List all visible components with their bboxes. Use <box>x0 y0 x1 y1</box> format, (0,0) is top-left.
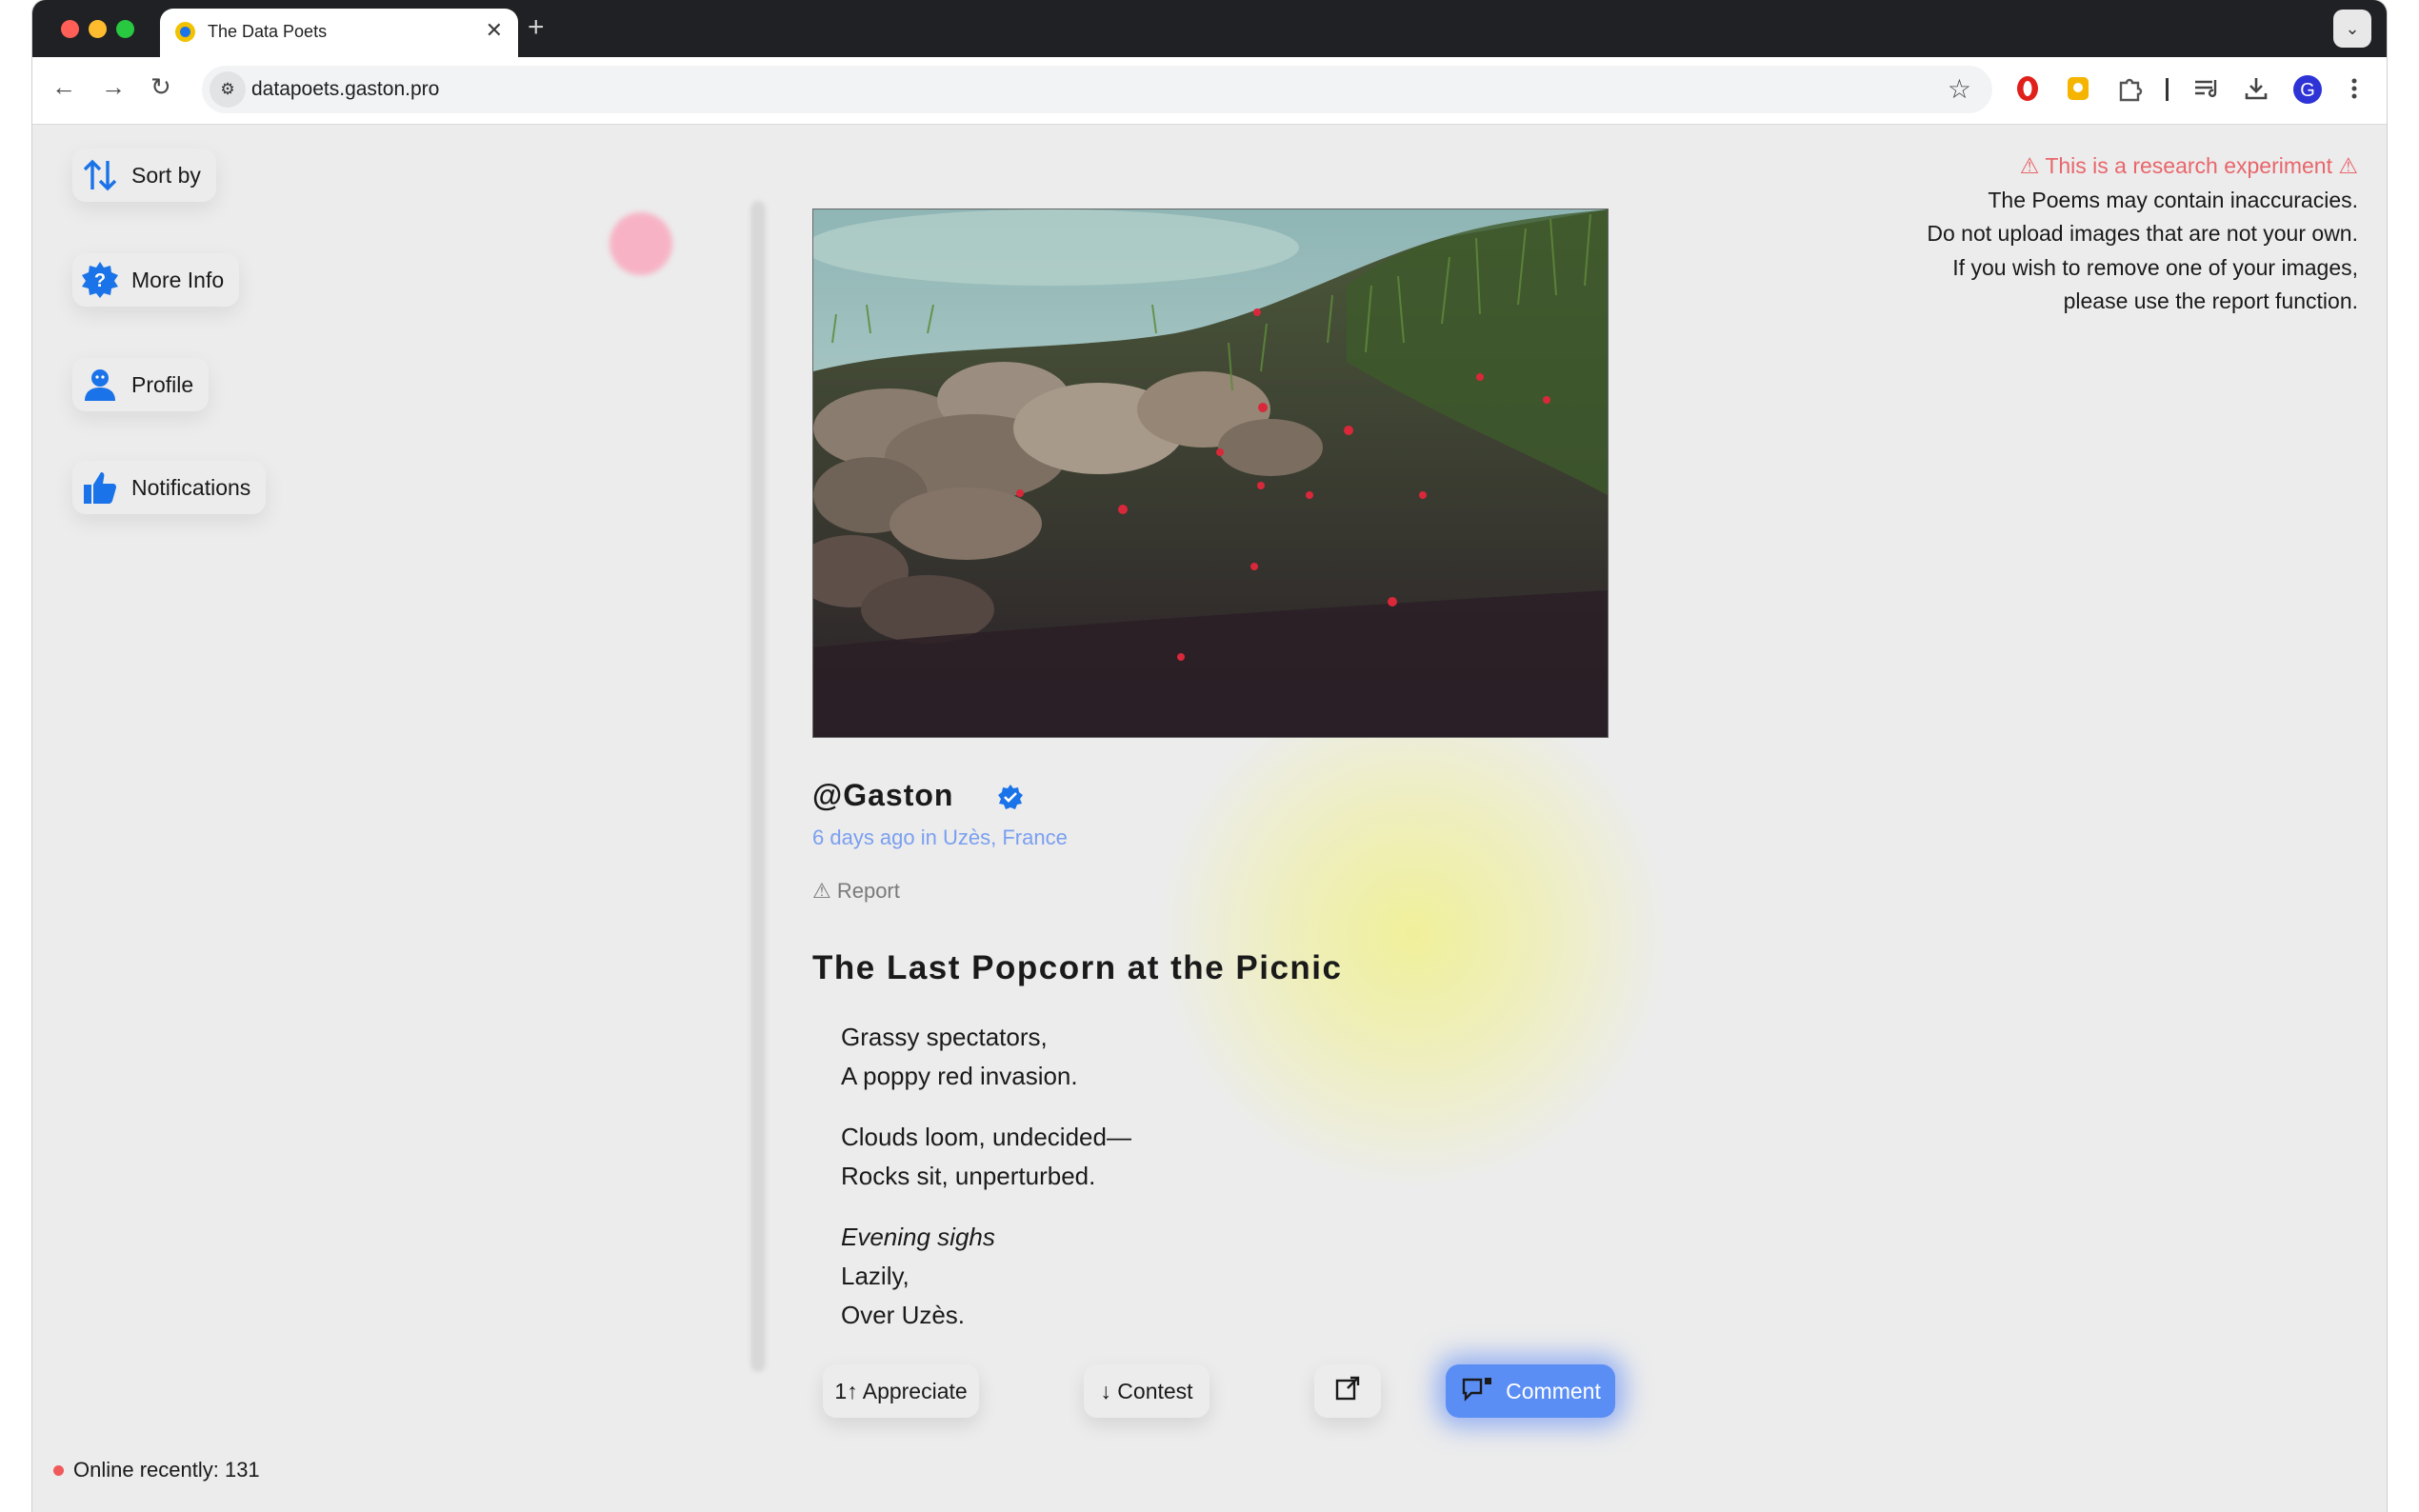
bookmark-star-icon[interactable]: ☆ <box>1948 73 1971 105</box>
online-count: Online recently: 131 <box>73 1458 260 1482</box>
person-icon <box>80 365 120 405</box>
site-favicon-icon <box>175 22 195 42</box>
browser-window: The Data Poets ✕ + ⌄ ← → ↻ ⚙ datapoets.g… <box>32 0 2387 1512</box>
disclaimer-line: please use the report function. <box>2063 288 2358 313</box>
poem-line: Clouds loom, undecided— <box>841 1123 1131 1151</box>
page-content: Sort by ? More Info Profile Notification… <box>32 125 2387 1512</box>
sidebar-item-more-info[interactable]: ? More Info <box>72 253 240 307</box>
appreciate-label: 1↑ Appreciate <box>834 1378 968 1403</box>
decorative-pink-blob <box>610 212 672 275</box>
url-text[interactable]: datapoets.gaston.pro <box>251 78 439 101</box>
site-settings-icon[interactable]: ⚙ <box>210 71 246 108</box>
sidebar-item-label: Profile <box>131 371 194 397</box>
sidebar-item-label: More Info <box>131 267 225 292</box>
poem-line: Grassy spectators, <box>841 1023 1048 1051</box>
address-bar[interactable]: ⚙ datapoets.gaston.pro ☆ <box>202 66 1992 113</box>
feed-scroll-track[interactable] <box>750 201 766 1372</box>
poem-line: Evening sighs <box>841 1223 995 1251</box>
comment-label: Comment <box>1506 1378 1601 1403</box>
disclaimer-line: Do not upload images that are not your o… <box>1927 221 2358 246</box>
poem-stanza: Evening sighs Lazily, Over Uzès. <box>841 1218 1131 1335</box>
contest-label: ↓ Contest <box>1100 1378 1193 1403</box>
tab-search-button[interactable]: ⌄ <box>2333 10 2371 48</box>
tab-bar: The Data Poets ✕ + ⌄ <box>32 0 2387 57</box>
browser-toolbar: ← → ↻ ⚙ datapoets.gaston.pro ☆ G <box>32 57 2387 125</box>
online-status: Online recently: 131 <box>53 1458 260 1482</box>
tab-title: The Data Poets <box>208 22 328 41</box>
minimize-window-button[interactable] <box>89 20 107 38</box>
poem-line: Lazily, <box>841 1262 910 1290</box>
svg-text:?: ? <box>94 270 106 291</box>
sidebar-item-notifications[interactable]: Notifications <box>72 461 267 514</box>
new-tab-button[interactable]: + <box>528 11 545 44</box>
sidebar-item-label: Sort by <box>131 162 201 188</box>
back-button[interactable]: ← <box>51 72 76 102</box>
disclaimer-warning: ⚠ This is a research experiment ⚠ <box>2019 153 2358 178</box>
sidebar-item-sort-by[interactable]: Sort by <box>72 149 216 202</box>
poem-line: Over Uzès. <box>841 1301 966 1329</box>
share-button[interactable] <box>1314 1364 1381 1418</box>
close-window-button[interactable] <box>61 20 79 38</box>
zoom-window-button[interactable] <box>116 20 134 38</box>
tab-the-data-poets[interactable]: The Data Poets ✕ <box>160 9 518 57</box>
poem-stanza: Grassy spectators, A poppy red invasion. <box>841 1018 1131 1096</box>
post-image[interactable] <box>812 209 1609 738</box>
svg-text:G: G <box>2300 80 2315 101</box>
forward-button[interactable]: → <box>101 72 126 102</box>
sidebar-item-label: Notifications <box>131 474 251 500</box>
contest-button[interactable]: ↓ Contest <box>1084 1364 1210 1418</box>
sidebar-item-profile[interactable]: Profile <box>72 358 210 411</box>
poem-title: The Last Popcorn at the Picnic <box>812 949 1343 986</box>
poem-stanza: Clouds loom, undecided— Rocks sit, unper… <box>841 1118 1131 1196</box>
keep-extension-icon[interactable] <box>2066 74 2090 109</box>
reload-button[interactable]: ↻ <box>150 72 171 102</box>
post-username[interactable]: @Gaston <box>812 778 953 813</box>
downloads-icon[interactable] <box>2242 74 2270 109</box>
disclaimer-line: If you wish to remove one of your images… <box>1952 254 2358 280</box>
decorative-yellow-glow <box>1156 677 1670 1191</box>
sort-arrows-icon <box>80 155 120 195</box>
research-disclaimer: ⚠ This is a research experiment ⚠ The Po… <box>1927 149 2358 319</box>
appreciate-button[interactable]: 1↑ Appreciate <box>823 1364 979 1418</box>
reading-list-icon[interactable] <box>2192 74 2221 109</box>
thumbs-up-icon <box>80 468 120 507</box>
extensions-puzzle-icon[interactable] <box>2116 74 2143 109</box>
poem-line: A poppy red invasion. <box>841 1062 1078 1090</box>
disclaimer-line: The Poems may contain inaccuracies. <box>1988 187 2358 212</box>
opera-extension-icon[interactable] <box>2015 74 2040 109</box>
browser-menu-icon[interactable] <box>2349 74 2360 109</box>
comment-button[interactable]: Comment <box>1446 1364 1615 1418</box>
verified-badge-icon <box>997 784 1024 810</box>
toolbar-separator <box>2164 76 2169 109</box>
poem-body: Grassy spectators, A poppy red invasion.… <box>841 1018 1131 1357</box>
external-link-icon <box>1334 1375 1361 1407</box>
online-dot-icon <box>53 1464 64 1476</box>
tab-close-icon[interactable]: ✕ <box>486 18 503 43</box>
question-badge-icon: ? <box>80 260 120 300</box>
comment-bubble-icon <box>1460 1376 1494 1406</box>
report-button[interactable]: ⚠ Report <box>812 879 900 904</box>
poem-line: Rocks sit, unperturbed. <box>841 1162 1096 1190</box>
post-time-location[interactable]: 6 days ago in Uzès, France <box>812 826 1068 850</box>
profile-avatar-icon[interactable]: G <box>2292 74 2323 111</box>
